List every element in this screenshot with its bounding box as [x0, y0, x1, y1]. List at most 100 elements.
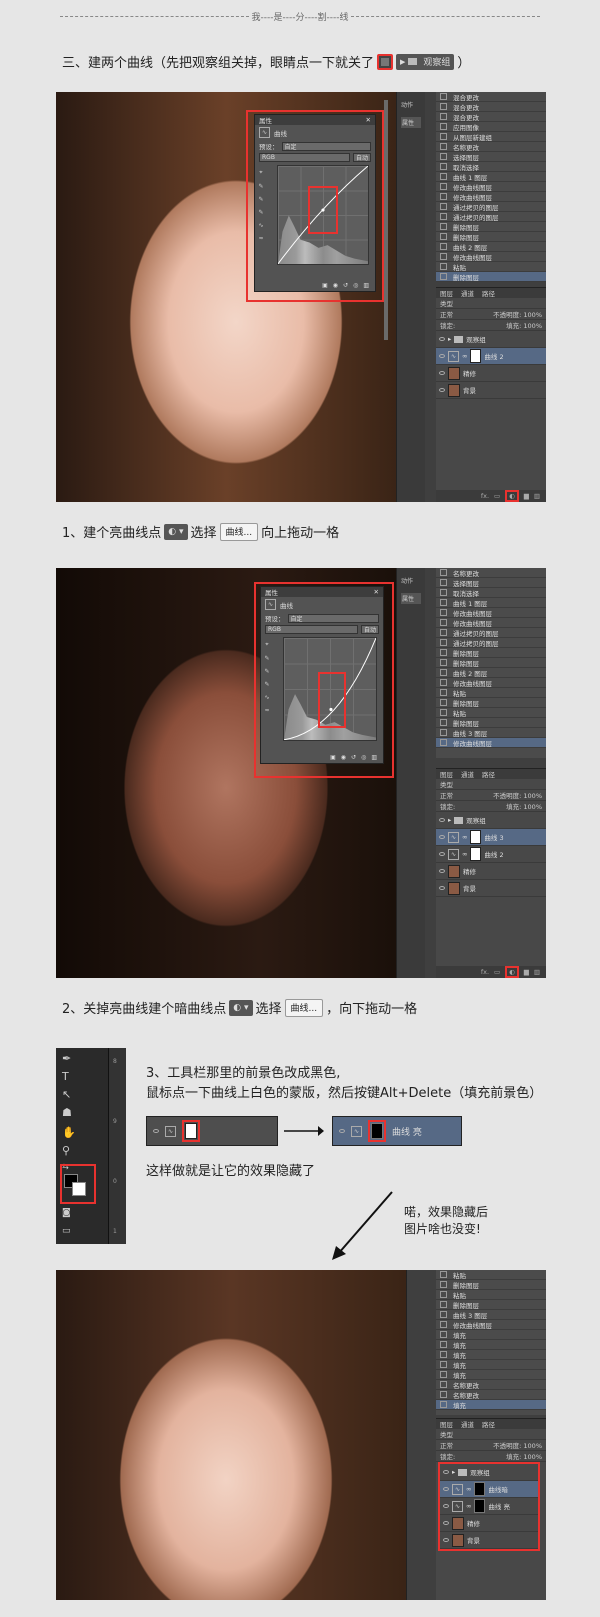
blend-mode-select[interactable]: 正常: [440, 1440, 453, 1450]
auto-button[interactable]: 自动: [361, 625, 379, 634]
eye-icon[interactable]: [153, 1129, 159, 1133]
smooth-icon[interactable]: ≈: [258, 235, 263, 242]
fill-value[interactable]: 100%: [523, 803, 542, 811]
history-item[interactable]: 曲线 1 图层: [436, 172, 546, 182]
reset-icon[interactable]: ↺: [343, 282, 348, 289]
eye-icon[interactable]: [439, 886, 445, 890]
reset-icon[interactable]: ↺: [351, 754, 356, 761]
history-item[interactable]: 删除图层: [436, 648, 546, 658]
history-item[interactable]: 通过拷贝的图层: [436, 628, 546, 638]
layer-row[interactable]: ▸ 观察组: [436, 331, 546, 348]
eye-icon[interactable]: [439, 337, 445, 341]
point-tool-icon[interactable]: ⌖: [259, 169, 262, 177]
eye-icon[interactable]: [443, 1521, 449, 1525]
history-item[interactable]: 名称更改: [436, 142, 546, 152]
pencil-curve-icon[interactable]: ∿: [258, 222, 263, 229]
history-item[interactable]: 选择图层: [436, 152, 546, 162]
history-item[interactable]: 混合更改: [436, 92, 546, 102]
eye-icon[interactable]: [439, 818, 445, 822]
tab-channels[interactable]: 通道: [461, 769, 474, 779]
actions-tab[interactable]: 动作: [401, 576, 421, 585]
curves-menu-button[interactable]: 曲线...: [219, 522, 259, 541]
eyedropper-icon[interactable]: ✎: [264, 681, 269, 688]
canvas-scrollbar[interactable]: [384, 100, 388, 340]
tab-channels[interactable]: 通道: [461, 1419, 474, 1429]
history-item[interactable]: 删除图层: [436, 658, 546, 668]
adjustment-layer-icon[interactable]: ◐: [505, 490, 519, 502]
tab-paths[interactable]: 路径: [482, 1419, 495, 1429]
close-icon[interactable]: ✕: [374, 588, 379, 596]
zoom-tool-icon[interactable]: ⚲: [62, 1144, 70, 1157]
history-item[interactable]: 取消选择: [436, 588, 546, 598]
eye-icon[interactable]: [339, 1129, 345, 1133]
eye-icon[interactable]: [439, 869, 445, 873]
history-item[interactable]: 名称更改: [436, 1380, 546, 1390]
layer-row[interactable]: 背景: [436, 880, 546, 897]
channel-select[interactable]: RGB: [259, 153, 350, 162]
view-icon[interactable]: ◉: [341, 754, 346, 761]
kind-filter[interactable]: 类型: [436, 298, 546, 309]
blend-mode-select[interactable]: 正常: [440, 790, 453, 800]
eyedropper-icon[interactable]: ✎: [258, 183, 263, 190]
opacity-value[interactable]: 100%: [523, 1442, 542, 1450]
history-item[interactable]: 混合更改: [436, 112, 546, 122]
triangle-right-icon[interactable]: ▸: [452, 1468, 455, 1476]
blend-mode-select[interactable]: 正常: [440, 309, 453, 319]
history-item[interactable]: 粘贴: [436, 262, 546, 272]
history-item[interactable]: 曲线 1 图层: [436, 598, 546, 608]
history-item[interactable]: 填充: [436, 1370, 546, 1380]
layer-row[interactable]: ∿ ∞ 曲线 亮: [440, 1498, 538, 1515]
tab-channels[interactable]: 通道: [461, 288, 474, 298]
eye-icon[interactable]: [439, 354, 445, 358]
eyedropper-icon[interactable]: ✎: [258, 196, 263, 203]
point-tool-icon[interactable]: ⌖: [265, 641, 268, 649]
tab-paths[interactable]: 路径: [482, 769, 495, 779]
history-item[interactable]: 修改曲线图层: [436, 678, 546, 688]
hand-tool-icon[interactable]: ✋: [62, 1126, 76, 1139]
history-item[interactable]: 修改曲线图层: [436, 608, 546, 618]
history-item[interactable]: 填充: [436, 1330, 546, 1340]
history-item[interactable]: 通过拷贝的图层: [436, 212, 546, 222]
history-item[interactable]: 修改曲线图层: [436, 192, 546, 202]
history-item[interactable]: 修改曲线图层: [436, 182, 546, 192]
history-item[interactable]: 粘贴: [436, 1270, 546, 1280]
tab-layers[interactable]: 图层: [440, 1419, 453, 1429]
mask-thumbnail[interactable]: [470, 830, 482, 844]
opacity-value[interactable]: 100%: [523, 311, 542, 319]
history-item[interactable]: 粘贴: [436, 708, 546, 718]
history-item[interactable]: 删除图层: [436, 232, 546, 242]
history-item[interactable]: 修改曲线图层: [436, 252, 546, 262]
trash-icon[interactable]: ▥: [534, 968, 540, 976]
history-item[interactable]: 删除图层: [436, 718, 546, 728]
tab-paths[interactable]: 路径: [482, 288, 495, 298]
layer-row[interactable]: ∿ ∞ 曲线 2: [436, 846, 546, 863]
layer-row[interactable]: 精修: [436, 365, 546, 382]
history-item[interactable]: 填充: [436, 1350, 546, 1360]
fill-value[interactable]: 100%: [523, 1453, 542, 1461]
eye-icon[interactable]: [443, 1504, 449, 1508]
trash-icon[interactable]: ▥: [371, 754, 377, 761]
layer-row[interactable]: 精修: [440, 1515, 538, 1532]
adjustment-icon-chip[interactable]: ◐ ▾: [229, 999, 253, 1016]
layer-row[interactable]: ∿ ∞ 曲线 2: [436, 348, 546, 365]
mask-thumbnail[interactable]: [470, 847, 482, 861]
path-select-icon[interactable]: ↖: [62, 1088, 71, 1101]
history-item[interactable]: 取消选择: [436, 162, 546, 172]
adjustment-layer-icon[interactable]: ◐: [505, 966, 519, 978]
props-tab[interactable]: 属性: [401, 117, 421, 128]
shape-tool-icon[interactable]: ☗: [62, 1106, 72, 1119]
clip-icon[interactable]: ▣: [330, 754, 336, 761]
folder-icon[interactable]: ▆: [524, 968, 529, 976]
tab-layers[interactable]: 图层: [440, 288, 453, 298]
layer-row[interactable]: 背景: [436, 382, 546, 399]
layer-row[interactable]: ▸ 观察组: [436, 812, 546, 829]
eye-icon[interactable]: [439, 852, 445, 856]
history-item[interactable]: 选择图层: [436, 578, 546, 588]
mask-thumbnail-black[interactable]: [371, 1123, 383, 1139]
visibility-icon[interactable]: ◎: [361, 754, 366, 761]
mask-thumbnail[interactable]: [474, 1499, 486, 1513]
tab-layers[interactable]: 图层: [440, 769, 453, 779]
history-item[interactable]: 修改曲线图层: [436, 1320, 546, 1330]
history-item[interactable]: 混合更改: [436, 102, 546, 112]
preset-select[interactable]: 自定: [287, 613, 379, 623]
